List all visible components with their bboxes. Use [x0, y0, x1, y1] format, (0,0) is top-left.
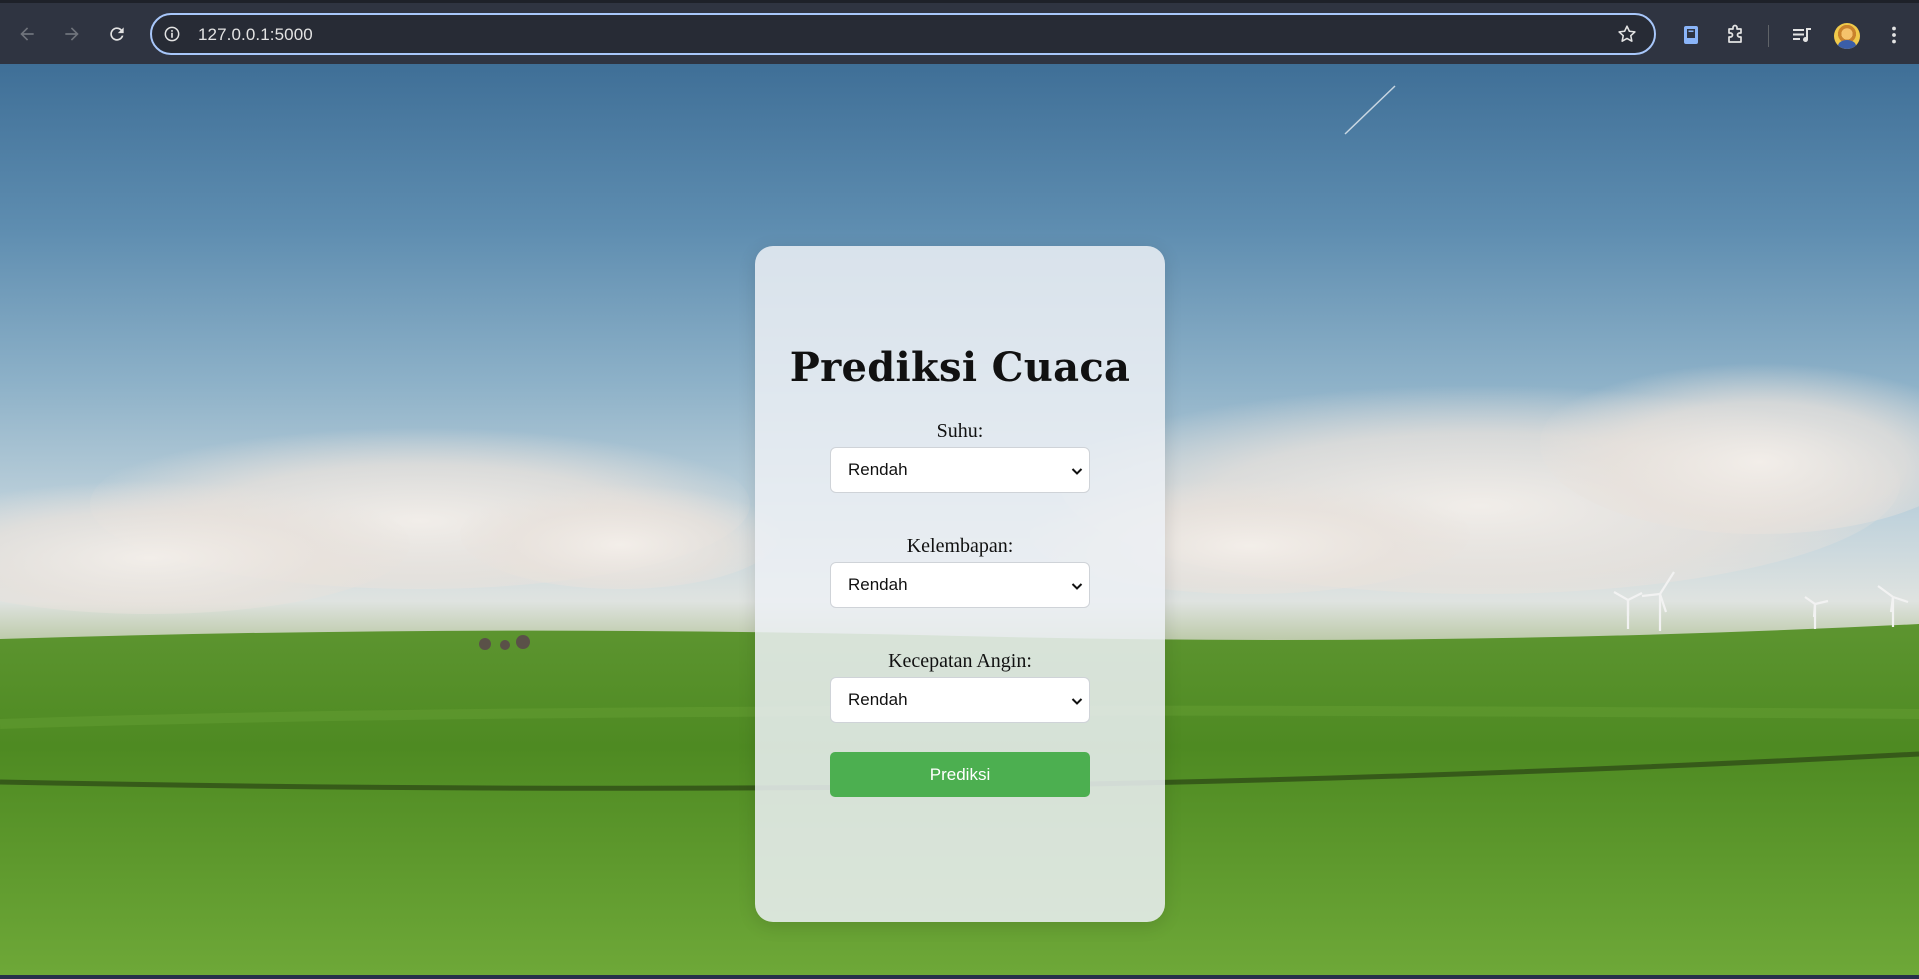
- kebab-menu-icon[interactable]: [1882, 23, 1906, 47]
- reload-icon: [110, 27, 124, 41]
- arrow-right-icon: [65, 27, 79, 41]
- url-text[interactable]: 127.0.0.1:5000: [198, 25, 313, 45]
- chevron-down-icon: [1071, 468, 1083, 475]
- arrow-left-icon: [20, 27, 34, 41]
- kecepatan-angin-select[interactable]: Rendah: [830, 677, 1090, 723]
- suhu-select[interactable]: Rendah: [830, 447, 1090, 493]
- kelembapan-select[interactable]: Rendah: [830, 562, 1090, 608]
- forward-button[interactable]: [58, 20, 86, 48]
- kecepatan-angin-label: Kecepatan Angin:: [888, 650, 1032, 672]
- taskbar-edge: [0, 975, 1919, 979]
- kecepatan-angin-select-value: Rendah: [848, 690, 908, 709]
- chevron-down-icon: [1071, 583, 1083, 590]
- address-bar[interactable]: 127.0.0.1:5000: [150, 13, 1656, 55]
- reload-button[interactable]: [103, 20, 131, 48]
- profile-avatar[interactable]: [1834, 23, 1860, 49]
- browser-toolbar: 127.0.0.1:5000: [0, 0, 1919, 64]
- chevron-down-icon: [1071, 698, 1083, 705]
- puzzle-icon[interactable]: [1723, 23, 1747, 47]
- book-icon[interactable]: [1679, 23, 1703, 47]
- page-title: Prediksi Cuaca: [789, 344, 1131, 391]
- suhu-label: Suhu:: [936, 420, 984, 442]
- prediction-form-card: Prediksi Cuaca Suhu: Rendah Kelembapan: …: [755, 246, 1165, 922]
- page-background: Prediksi Cuaca Suhu: Rendah Kelembapan: …: [0, 64, 1919, 975]
- info-icon[interactable]: [162, 24, 182, 44]
- kelembapan-select-value: Rendah: [848, 575, 908, 594]
- media-queue-icon[interactable]: [1790, 23, 1814, 47]
- star-icon[interactable]: [1616, 23, 1638, 45]
- prediksi-submit-button[interactable]: Prediksi: [830, 752, 1090, 797]
- toolbar-divider: [1768, 25, 1769, 47]
- suhu-select-value: Rendah: [848, 460, 908, 479]
- back-button[interactable]: [13, 20, 41, 48]
- kelembapan-label: Kelembapan:: [906, 535, 1014, 557]
